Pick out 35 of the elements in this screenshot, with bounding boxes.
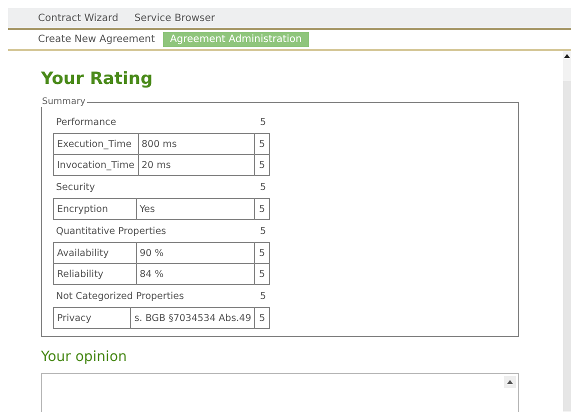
category-score: 5 xyxy=(260,182,266,192)
menu-item[interactable]: Service Browser xyxy=(134,12,215,24)
value-cell: 20 ms xyxy=(138,154,255,176)
panel-legend: Summary xyxy=(41,97,86,107)
property-cell: Privacy xyxy=(54,308,131,328)
value-cell: 800 ms xyxy=(138,134,255,154)
property-cell: Encryption xyxy=(54,198,136,220)
tab[interactable]: Create New Agreement xyxy=(38,32,161,47)
value-cell: 84 % xyxy=(136,264,255,284)
score-cell: 5 xyxy=(254,198,270,220)
category-name: Not Categorized Properties xyxy=(56,290,184,302)
category-name: Performance xyxy=(56,116,116,128)
category-name: Security xyxy=(56,182,96,192)
scroll-up-icon[interactable] xyxy=(504,376,516,388)
value-cell: Yes xyxy=(136,198,255,220)
category-score: 5 xyxy=(260,226,266,236)
category-score: 5 xyxy=(260,116,266,128)
category-name: Quantitative Properties xyxy=(56,226,166,236)
score-cell: 5 xyxy=(254,264,270,284)
score-cell: 5 xyxy=(254,154,270,176)
section-heading: Your opinion xyxy=(41,349,128,365)
property-cell: Execution_Time xyxy=(54,134,138,154)
scrollbar[interactable] xyxy=(563,51,571,412)
value-cell: s. BGB §7034534 Abs.49 xyxy=(130,308,255,328)
opinion-field[interactable] xyxy=(41,373,519,412)
section-heading: Your Rating xyxy=(41,69,154,89)
score-cell: 5 xyxy=(254,308,270,328)
score-cell: 5 xyxy=(254,134,270,154)
property-cell: Invocation_Time xyxy=(54,154,138,176)
value-cell: 90 % xyxy=(136,242,255,264)
property-cell: Reliability xyxy=(54,264,136,284)
property-cell: Availability xyxy=(54,242,136,264)
score-cell: 5 xyxy=(254,242,270,264)
category-score: 5 xyxy=(260,290,266,302)
menu-item[interactable]: Contract Wizard xyxy=(38,12,118,24)
